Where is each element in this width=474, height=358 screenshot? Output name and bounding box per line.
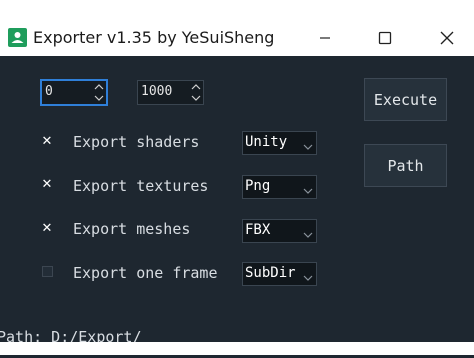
check-icon: ✕ bbox=[41, 133, 53, 149]
maximize-icon bbox=[378, 31, 392, 45]
export-shaders-label: Export shaders bbox=[73, 133, 200, 151]
start-frame-spinbox[interactable]: 0 bbox=[40, 79, 108, 106]
texture-format-select[interactable]: Png bbox=[242, 175, 317, 199]
minimize-button[interactable] bbox=[302, 20, 348, 56]
title-bar[interactable]: Exporter v1.35 by YeSuiSheng bbox=[0, 20, 474, 56]
texture-format-value: Png bbox=[245, 178, 271, 194]
shader-format-value: Unity bbox=[245, 134, 288, 150]
chevron-down-icon bbox=[303, 268, 313, 287]
chevron-down-icon bbox=[303, 181, 313, 200]
export-textures-checkbox[interactable]: ✕ bbox=[41, 176, 53, 192]
export-one-frame-label: Export one frame bbox=[73, 264, 218, 282]
export-meshes-label: Export meshes bbox=[73, 220, 191, 238]
frame-output-select[interactable]: SubDir bbox=[242, 262, 317, 286]
minimize-icon bbox=[319, 32, 331, 44]
maximize-button[interactable] bbox=[362, 20, 408, 56]
execute-button[interactable]: Execute bbox=[364, 78, 447, 121]
end-frame-stepper[interactable] bbox=[189, 81, 203, 104]
end-frame-value: 1000 bbox=[141, 84, 173, 99]
chevron-up-icon[interactable] bbox=[189, 81, 203, 93]
export-textures-label: Export textures bbox=[73, 177, 209, 195]
export-one-frame-checkbox[interactable] bbox=[42, 266, 53, 277]
start-frame-value: 0 bbox=[45, 84, 53, 99]
page-bottom-margin bbox=[0, 342, 474, 355]
frame-output-value: SubDir bbox=[245, 265, 296, 281]
chevron-down-icon[interactable] bbox=[189, 93, 203, 105]
app-icon bbox=[8, 28, 27, 47]
exporter-panel: 0 1000 ✕ Export shaders Unity ✕ Export t… bbox=[0, 56, 474, 358]
chevron-up-icon[interactable] bbox=[92, 81, 106, 93]
end-frame-spinbox[interactable]: 1000 bbox=[137, 80, 204, 105]
exporter-window: Exporter v1.35 by YeSuiSheng 0 1000 ✕ Ex… bbox=[0, 20, 474, 358]
page-top-margin bbox=[0, 0, 474, 20]
mesh-format-select[interactable]: FBX bbox=[242, 219, 317, 243]
check-icon: ✕ bbox=[41, 176, 53, 192]
close-icon bbox=[440, 31, 454, 45]
chevron-down-icon bbox=[303, 137, 313, 156]
mesh-format-value: FBX bbox=[245, 222, 271, 238]
start-frame-stepper[interactable] bbox=[92, 81, 106, 104]
path-button[interactable]: Path bbox=[364, 144, 447, 187]
chevron-down-icon bbox=[303, 225, 313, 244]
check-icon: ✕ bbox=[41, 220, 53, 236]
export-shaders-checkbox[interactable]: ✕ bbox=[41, 133, 53, 149]
shader-format-select[interactable]: Unity bbox=[242, 131, 317, 155]
close-button[interactable] bbox=[424, 20, 470, 56]
chevron-down-icon[interactable] bbox=[92, 93, 106, 105]
window-title: Exporter v1.35 by YeSuiSheng bbox=[33, 28, 275, 47]
export-meshes-checkbox[interactable]: ✕ bbox=[41, 220, 53, 236]
